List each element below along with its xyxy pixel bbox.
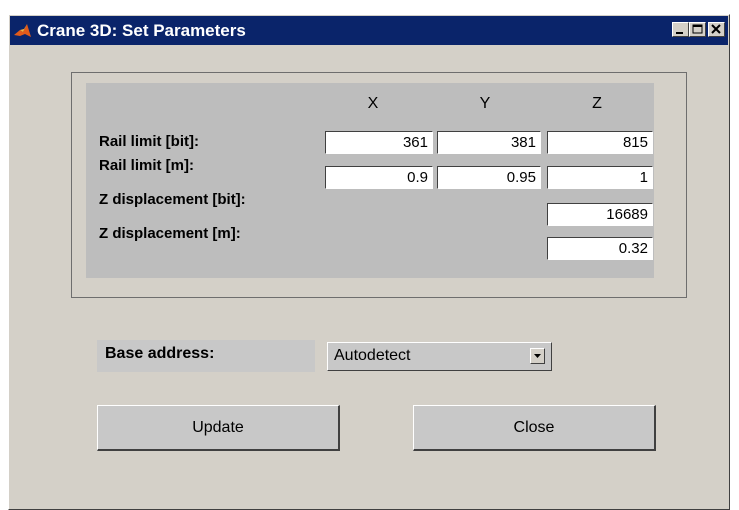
window-title: Crane 3D: Set Parameters bbox=[37, 21, 246, 40]
title-bar[interactable]: Crane 3D: Set Parameters bbox=[10, 16, 728, 45]
z-displacement-m-field[interactable]: 0.32 bbox=[547, 237, 653, 260]
rail-limit-bit-z-field[interactable]: 815 bbox=[547, 131, 653, 154]
close-dialog-button[interactable]: Close bbox=[413, 405, 656, 451]
close-button[interactable] bbox=[708, 22, 725, 37]
column-header-x: X bbox=[367, 95, 379, 112]
rail-limit-bit-x-field[interactable]: 361 bbox=[325, 131, 433, 154]
rail-limit-m-label: Rail limit [m]: bbox=[99, 157, 195, 174]
rail-limit-bit-label: Rail limit [bit]: bbox=[99, 133, 199, 150]
minimize-button[interactable] bbox=[672, 22, 689, 37]
minimize-icon bbox=[676, 32, 683, 34]
chevron-down-icon bbox=[534, 354, 541, 358]
z-displacement-bit-label: Z displacement [bit]: bbox=[99, 191, 246, 208]
close-icon bbox=[711, 24, 721, 34]
z-displacement-m-label: Z displacement [m]: bbox=[99, 225, 241, 242]
base-address-label: Base address: bbox=[105, 345, 215, 362]
maximize-button[interactable] bbox=[689, 22, 706, 37]
base-address-select[interactable]: Autodetect bbox=[327, 342, 552, 371]
rail-limit-m-y-field[interactable]: 0.95 bbox=[437, 166, 541, 189]
matlab-logo-icon bbox=[13, 21, 32, 40]
column-header-z: Z bbox=[592, 95, 602, 112]
dropdown-button[interactable] bbox=[530, 348, 545, 364]
rail-limit-m-z-field[interactable]: 1 bbox=[547, 166, 653, 189]
maximize-icon bbox=[692, 24, 703, 34]
update-button[interactable]: Update bbox=[97, 405, 340, 451]
rail-limit-m-x-field[interactable]: 0.9 bbox=[325, 166, 433, 189]
parameters-window: Crane 3D: Set Parameters X Y Z Rail limi… bbox=[8, 14, 730, 510]
z-displacement-bit-field[interactable]: 16689 bbox=[547, 203, 653, 226]
rail-limit-bit-y-field[interactable]: 381 bbox=[437, 131, 541, 154]
base-address-value: Autodetect bbox=[334, 347, 411, 364]
column-header-y: Y bbox=[479, 95, 491, 112]
